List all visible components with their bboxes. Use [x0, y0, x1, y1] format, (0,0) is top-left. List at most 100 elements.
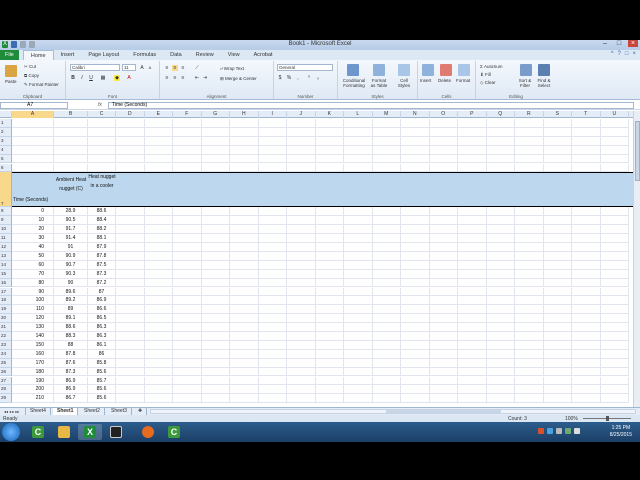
table-cell[interactable]	[572, 207, 601, 217]
cell[interactable]	[54, 136, 88, 146]
minimize-icon[interactable]: –	[600, 40, 610, 47]
table-cell[interactable]: 91.4	[54, 234, 88, 243]
table-cell[interactable]	[401, 260, 430, 270]
table-cell[interactable]	[230, 216, 259, 226]
table-cell[interactable]	[344, 216, 373, 226]
table-cell[interactable]: 150	[12, 340, 54, 350]
column-header-r[interactable]: R	[515, 111, 544, 118]
row-header[interactable]: 1	[0, 119, 12, 128]
table-cell[interactable]	[344, 376, 373, 386]
cell[interactable]	[572, 163, 601, 173]
cell[interactable]	[116, 119, 145, 128]
table-cell[interactable]	[372, 225, 401, 235]
table-cell[interactable]	[600, 225, 629, 235]
row-header[interactable]: 2	[0, 127, 12, 137]
table-cell[interactable]	[230, 225, 259, 235]
table-cell[interactable]	[429, 394, 458, 404]
table-cell[interactable]	[429, 323, 458, 332]
table-cell[interactable]	[116, 314, 145, 324]
cell[interactable]	[230, 154, 259, 164]
cell[interactable]	[515, 136, 544, 146]
table-cell[interactable]: 90.5	[54, 216, 88, 226]
table-cell[interactable]	[543, 234, 572, 243]
cell[interactable]	[173, 136, 202, 146]
table-cell[interactable]: 170	[12, 358, 54, 368]
table-cell[interactable]	[515, 314, 544, 324]
table-cell[interactable]: 89.2	[54, 296, 88, 306]
cell[interactable]	[144, 119, 173, 128]
table-cell[interactable]	[144, 296, 173, 306]
table-cell[interactable]	[116, 394, 145, 404]
table-cell[interactable]: 160	[12, 349, 54, 359]
table-cell[interactable]: 140	[12, 332, 54, 341]
table-cell[interactable]	[372, 305, 401, 315]
table-cell[interactable]	[515, 305, 544, 315]
table-cell[interactable]	[600, 314, 629, 324]
table-cell[interactable]	[315, 358, 344, 368]
table-cell[interactable]	[372, 314, 401, 324]
table-cell[interactable]	[116, 225, 145, 235]
table-cell[interactable]	[515, 332, 544, 341]
cell[interactable]	[230, 127, 259, 137]
table-cell[interactable]	[201, 385, 230, 395]
table-cell[interactable]	[116, 269, 145, 279]
table-cell[interactable]	[315, 340, 344, 350]
table-cell[interactable]	[458, 358, 487, 368]
column-header-b[interactable]: B	[54, 111, 88, 118]
table-cell[interactable]	[173, 385, 202, 395]
cell[interactable]	[486, 136, 515, 146]
row-header[interactable]: 18	[0, 296, 12, 306]
row-header[interactable]: 26	[0, 367, 12, 377]
row-header[interactable]: 14	[0, 260, 12, 270]
table-cell[interactable]	[543, 323, 572, 332]
cell[interactable]	[173, 127, 202, 137]
cell[interactable]	[543, 127, 572, 137]
percent-icon[interactable]: %	[286, 75, 292, 81]
table-cell[interactable]	[344, 394, 373, 404]
cell[interactable]	[201, 154, 230, 164]
table-cell[interactable]	[344, 314, 373, 324]
copy-button[interactable]: ⧉ Copy	[24, 73, 39, 78]
table-cell[interactable]	[600, 349, 629, 359]
sort-filter-button[interactable]: Sort & Filter	[516, 78, 534, 88]
table-cell[interactable]	[515, 260, 544, 270]
table-cell[interactable]	[515, 323, 544, 332]
table-cell[interactable]	[458, 314, 487, 324]
table-cell[interactable]	[315, 385, 344, 395]
table-cell[interactable]	[315, 394, 344, 404]
collapse-ribbon-icon[interactable]: ^	[611, 51, 614, 57]
cell[interactable]	[600, 163, 629, 173]
cell[interactable]	[54, 119, 88, 128]
insert-cells-icon[interactable]	[422, 64, 434, 76]
table-cell[interactable]	[201, 260, 230, 270]
table-cell[interactable]	[344, 243, 373, 252]
paste-icon[interactable]	[5, 65, 17, 77]
cell[interactable]	[600, 127, 629, 137]
table-cell[interactable]	[543, 358, 572, 368]
table-cell[interactable]	[258, 314, 287, 324]
table-cell[interactable]	[515, 243, 544, 252]
cell[interactable]	[486, 145, 515, 155]
table-cell[interactable]	[372, 332, 401, 341]
table-cell[interactable]	[572, 305, 601, 315]
table-cell[interactable]	[230, 296, 259, 306]
table-cell[interactable]	[372, 340, 401, 350]
zoom-slider-knob[interactable]	[606, 416, 609, 421]
table-cell[interactable]	[173, 323, 202, 332]
table-cell[interactable]	[600, 287, 629, 297]
table-cell[interactable]	[458, 225, 487, 235]
row-header[interactable]: 15	[0, 269, 12, 279]
table-cell[interactable]: 86.9	[88, 296, 116, 306]
table-cell[interactable]	[116, 340, 145, 350]
cell-styles-button[interactable]: Cell Styles	[394, 78, 414, 88]
delete-cells-icon[interactable]	[440, 64, 452, 76]
table-cell[interactable]	[429, 269, 458, 279]
cell[interactable]	[344, 119, 373, 128]
help-icon[interactable]: ?	[618, 51, 621, 57]
table-cell[interactable]	[344, 367, 373, 377]
table-cell[interactable]: 88.4	[88, 216, 116, 226]
table-cell[interactable]	[543, 269, 572, 279]
table-cell[interactable]	[486, 234, 515, 243]
table-cell[interactable]	[287, 251, 316, 261]
sheet-tab-sheet1[interactable]: Sheet1	[53, 408, 79, 415]
